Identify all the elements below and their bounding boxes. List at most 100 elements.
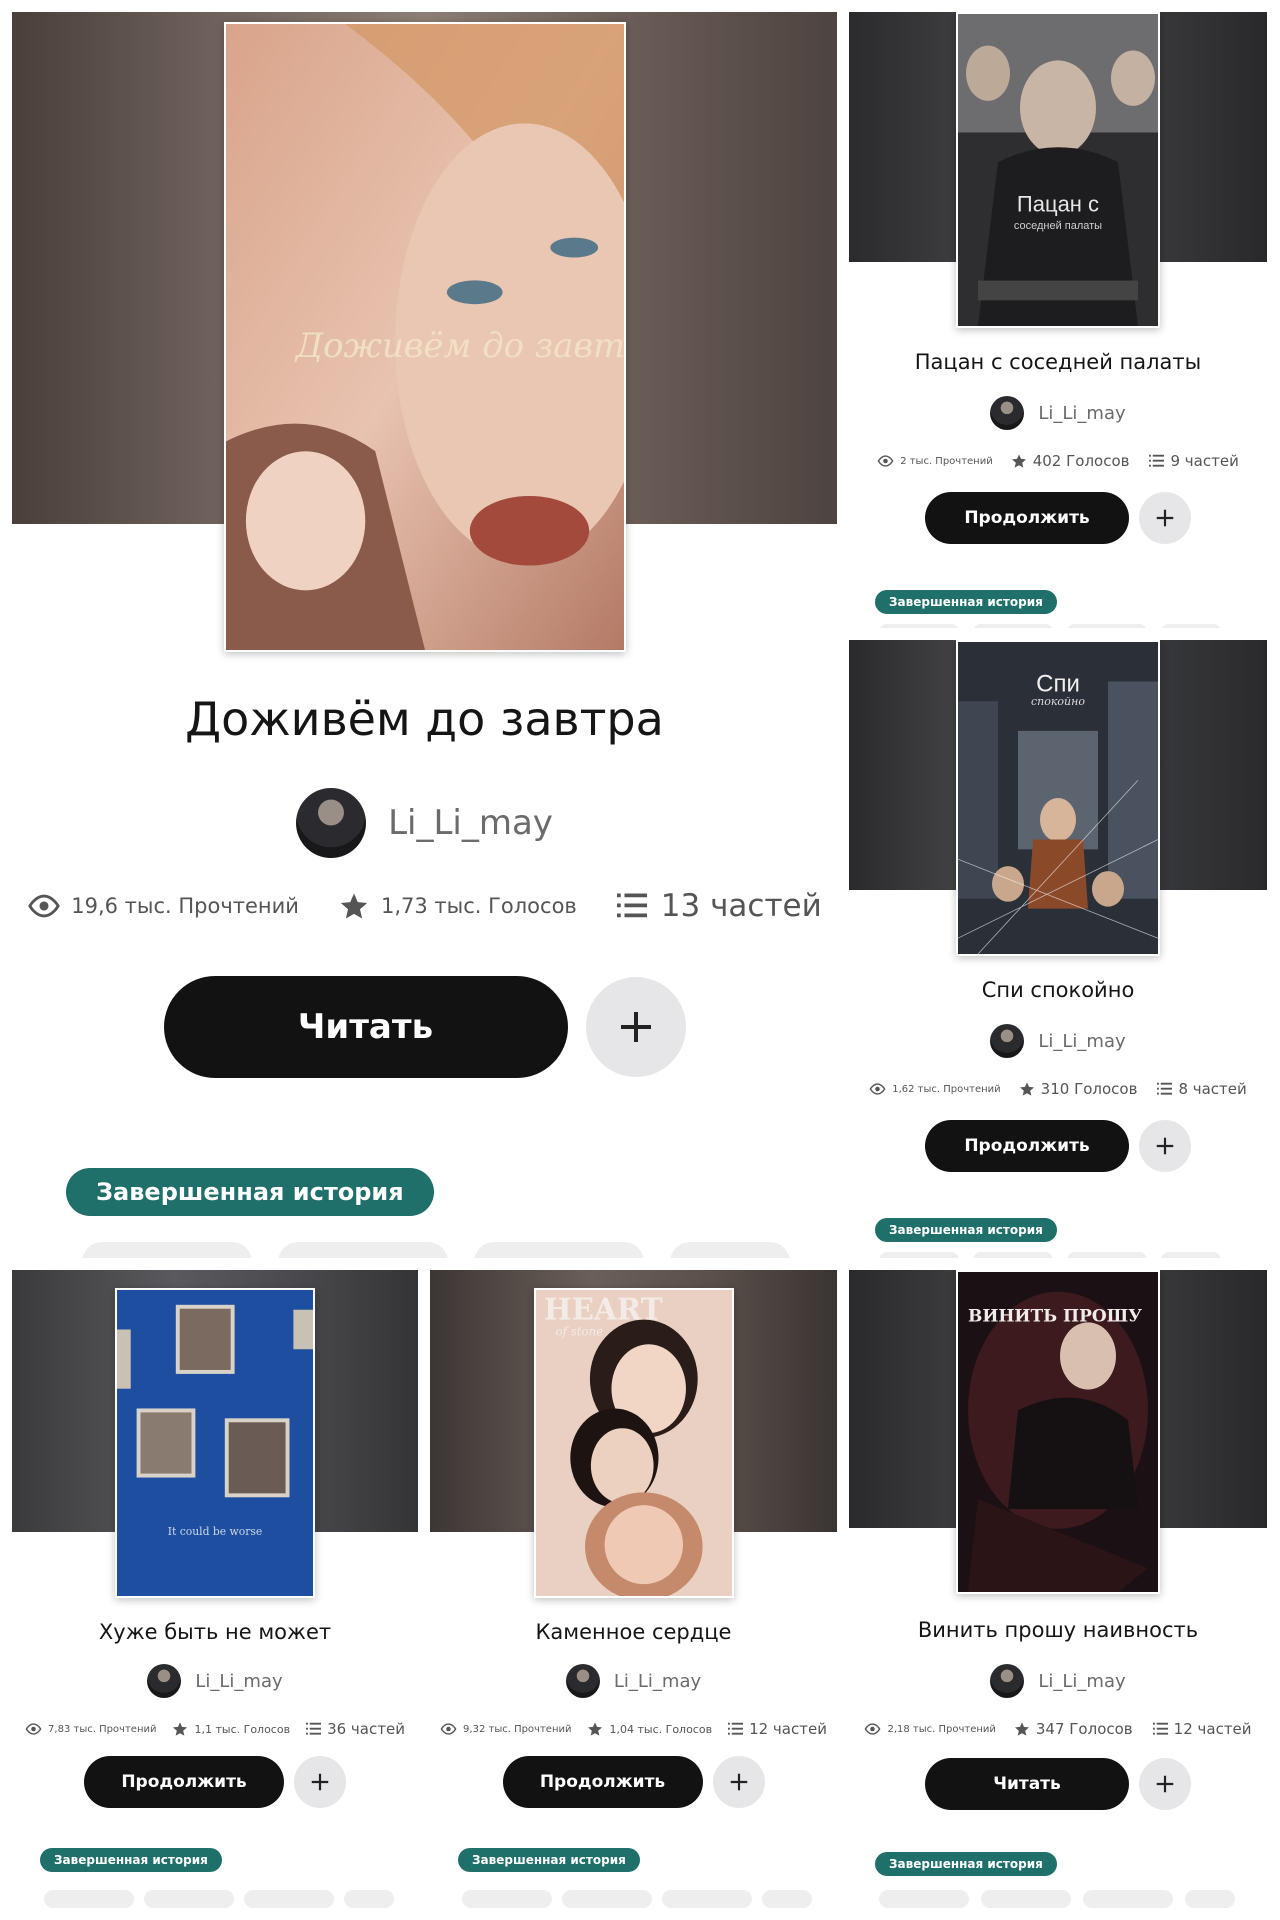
eye-icon: [877, 455, 894, 467]
add-to-library-button[interactable]: [1139, 1758, 1191, 1810]
eye-icon: [440, 1723, 457, 1735]
plus-icon: [1156, 509, 1174, 527]
tag-chip[interactable]: [562, 1890, 652, 1908]
add-to-library-button[interactable]: [294, 1756, 346, 1808]
author-row[interactable]: Li_Li_may: [849, 1664, 1267, 1698]
author-row[interactable]: Li_Li_may: [430, 1664, 837, 1698]
tag-chip[interactable]: [762, 1890, 812, 1908]
story-card-6[interactable]: ВИНИТЬ ПРОШУ Винить прошу наивность Li_L…: [849, 1270, 1267, 1908]
author-row[interactable]: Li_Li_may: [849, 1024, 1267, 1058]
continue-button[interactable]: Продолжить: [84, 1756, 284, 1808]
plus-icon: [730, 1773, 747, 1791]
author-name[interactable]: Li_Li_may: [1038, 1671, 1125, 1692]
list-icon: [1149, 454, 1165, 467]
author-name[interactable]: Li_Li_may: [1038, 403, 1125, 424]
tag-chip[interactable]: [44, 1890, 134, 1908]
reads-stat: 7,83 тыс. Прочтений: [25, 1723, 156, 1735]
story-title[interactable]: Каменное сердце: [430, 1620, 837, 1644]
tag-chip[interactable]: [670, 1242, 790, 1258]
author-name[interactable]: Li_Li_may: [388, 803, 553, 843]
avatar[interactable]: [565, 1664, 600, 1698]
star-icon: [1011, 454, 1026, 468]
author-name[interactable]: Li_Li_may: [614, 1671, 701, 1692]
avatar[interactable]: [147, 1664, 182, 1698]
tag-chip[interactable]: [244, 1890, 334, 1908]
continue-button[interactable]: Продолжить: [925, 492, 1129, 544]
story-card-2[interactable]: Пацан с соседней палаты Пацан с соседней…: [849, 12, 1267, 628]
story-card-1[interactable]: Доживём до завтра Доживём до завтра Li_L…: [12, 12, 837, 1258]
book-cover[interactable]: Спи спокойно: [956, 640, 1160, 956]
avatar[interactable]: [990, 1664, 1025, 1698]
tag-chip[interactable]: [1185, 1890, 1235, 1908]
plus-icon: [1156, 1137, 1174, 1155]
book-cover[interactable]: HEART of stone: [533, 1288, 734, 1598]
tag-chip[interactable]: [1067, 1252, 1147, 1258]
tag-chip[interactable]: [879, 1890, 969, 1908]
stats-row: 19,6 тыс. Прочтений 1,73 тыс. Голосов 13…: [12, 888, 837, 924]
tag-chip[interactable]: [278, 1242, 448, 1258]
book-cover[interactable]: ВИНИТЬ ПРОШУ: [956, 1270, 1160, 1594]
tag-chip[interactable]: [973, 1252, 1053, 1258]
reads-stat: 1,62 тыс. Прочтений: [869, 1083, 1001, 1095]
story-card-3[interactable]: Спи спокойно Спи спокойно Li_Li_may 1,62…: [849, 640, 1267, 1258]
tag-chip[interactable]: [879, 624, 959, 628]
continue-button[interactable]: Продолжить: [502, 1756, 703, 1808]
eye-icon: [869, 1083, 886, 1095]
author-name[interactable]: Li_Li_may: [1038, 1031, 1125, 1052]
tag-chip[interactable]: [1083, 1890, 1173, 1908]
add-to-library-button[interactable]: [1139, 1120, 1191, 1172]
story-card-4[interactable]: It could be worse Хуже быть не может Li_…: [12, 1270, 418, 1908]
read-button[interactable]: Читать: [163, 976, 568, 1078]
cover-text: Доживём до завтра: [293, 326, 623, 365]
tag-chip[interactable]: [144, 1890, 234, 1908]
list-icon: [616, 893, 647, 918]
stats-row: 9,32 тыс. Прочтений 1,04 тыс. Голосов 12…: [430, 1720, 837, 1738]
parts-stat: 8 частей: [1157, 1080, 1247, 1098]
tag-chip[interactable]: [1161, 624, 1221, 628]
add-to-library-button[interactable]: [585, 977, 686, 1077]
avatar[interactable]: [990, 1024, 1025, 1058]
author-row[interactable]: Li_Li_may: [849, 396, 1267, 430]
tag-chip[interactable]: [82, 1242, 252, 1258]
story-title[interactable]: Хуже быть не может: [12, 1620, 418, 1644]
tag-chip[interactable]: [1067, 624, 1147, 628]
cover-text: Пацан с: [1017, 192, 1099, 217]
author-name[interactable]: Li_Li_may: [195, 1671, 282, 1692]
add-to-library-button[interactable]: [712, 1756, 765, 1808]
story-title[interactable]: Спи спокойно: [849, 978, 1267, 1002]
status-badge: Завершенная история: [40, 1848, 222, 1872]
reads-stat: 19,6 тыс. Прочтений: [27, 894, 299, 918]
story-title[interactable]: Доживём до завтра: [12, 692, 837, 746]
author-row[interactable]: Li_Li_may: [12, 1664, 418, 1698]
tag-chip[interactable]: [662, 1890, 752, 1908]
tag-chip[interactable]: [879, 1252, 959, 1258]
story-card-5[interactable]: HEART of stone Каменное сердце Li_Li_may…: [430, 1270, 837, 1908]
add-to-library-button[interactable]: [1139, 492, 1191, 544]
list-icon: [306, 1722, 322, 1735]
list-icon: [728, 1722, 744, 1735]
read-button[interactable]: Читать: [925, 1758, 1129, 1810]
votes-stat: 347 Голосов: [1014, 1720, 1133, 1738]
author-row[interactable]: Li_Li_may: [12, 788, 837, 858]
avatar[interactable]: [990, 396, 1025, 430]
eye-icon: [28, 894, 61, 918]
tag-chip[interactable]: [474, 1242, 644, 1258]
story-title[interactable]: Винить прошу наивность: [849, 1618, 1267, 1642]
book-cover[interactable]: Доживём до завтра: [223, 22, 626, 652]
tag-chip[interactable]: [344, 1890, 394, 1908]
status-badge: Завершенная история: [66, 1168, 434, 1216]
book-cover[interactable]: It could be worse: [115, 1288, 315, 1598]
star-icon: [1019, 1082, 1034, 1096]
plus-icon: [620, 1012, 651, 1042]
tag-chip[interactable]: [981, 1890, 1071, 1908]
tag-chip[interactable]: [1161, 1252, 1221, 1258]
book-cover[interactable]: Пацан с соседней палаты: [956, 12, 1160, 328]
avatar[interactable]: [296, 788, 367, 858]
tag-row: [879, 1252, 1221, 1258]
story-title[interactable]: Пацан с соседней палаты: [849, 350, 1267, 374]
votes-stat: 1,04 тыс. Голосов: [587, 1721, 712, 1737]
tag-chip[interactable]: [462, 1890, 552, 1908]
action-row: Продолжить: [849, 1120, 1267, 1172]
tag-chip[interactable]: [973, 624, 1053, 628]
continue-button[interactable]: Продолжить: [925, 1120, 1129, 1172]
